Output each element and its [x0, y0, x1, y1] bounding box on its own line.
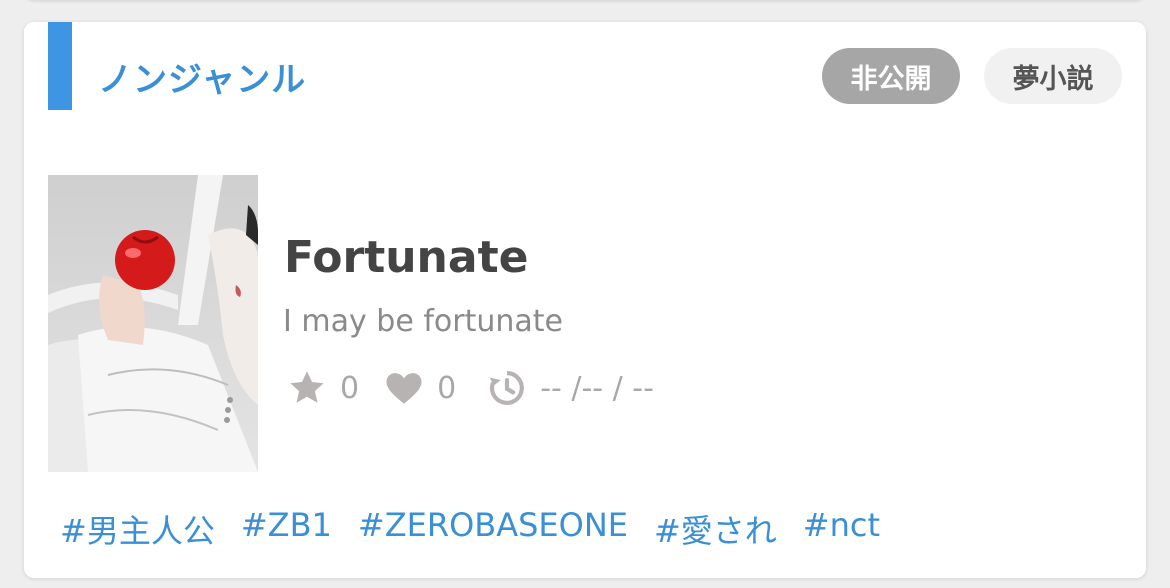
star-count: 0 — [340, 370, 360, 406]
novel-subtitle: I may be fortunate — [283, 304, 563, 339]
cover-image — [48, 175, 258, 472]
visibility-badge: 非公開 — [822, 48, 960, 104]
tag-link[interactable]: #ZEROBASEONE — [358, 506, 628, 552]
tag-link[interactable]: #ZB1 — [241, 506, 332, 552]
genre-label: ノンジャンル — [98, 60, 307, 100]
updated-date: -- /-- / -- — [540, 370, 654, 406]
heart-icon — [383, 367, 425, 409]
cover-thumbnail[interactable] — [48, 175, 258, 472]
star-icon — [286, 367, 328, 409]
novel-card[interactable]: ノンジャンル 非公開 夢小説 Fortunate I may be fortun… — [24, 22, 1146, 578]
genre-accent-bar — [48, 22, 72, 110]
history-clock-icon — [486, 367, 528, 409]
tag-link[interactable]: #nct — [803, 506, 880, 552]
category-badge: 夢小説 — [984, 48, 1122, 104]
like-count: 0 — [437, 370, 457, 406]
tag-link[interactable]: #男主人公 — [60, 506, 215, 552]
novel-stats: 0 0 -- /-- / -- — [286, 365, 654, 411]
tag-list: #男主人公 #ZB1 #ZEROBASEONE #愛され #nct — [60, 506, 880, 552]
tag-link[interactable]: #愛され — [654, 506, 777, 552]
novel-title[interactable]: Fortunate — [284, 232, 528, 283]
